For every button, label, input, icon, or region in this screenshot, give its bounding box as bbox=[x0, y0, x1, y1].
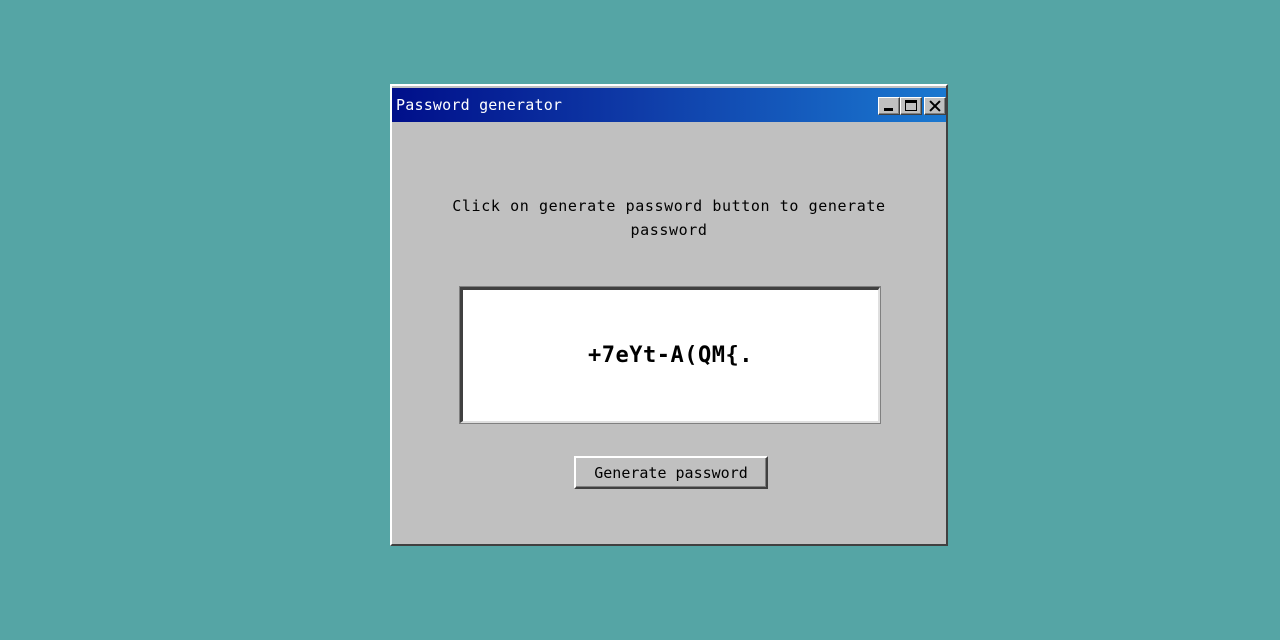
close-icon bbox=[928, 99, 942, 113]
minimize-button[interactable] bbox=[878, 97, 900, 115]
generated-password: +7eYt-A(QM{. bbox=[588, 343, 753, 368]
close-button[interactable] bbox=[924, 97, 946, 115]
minimize-icon bbox=[884, 108, 893, 111]
instructions-text: Click on generate password button to gen… bbox=[452, 197, 886, 239]
generate-password-button[interactable]: Generate password bbox=[574, 456, 768, 489]
password-display: +7eYt-A(QM{. bbox=[459, 286, 881, 424]
maximize-button[interactable] bbox=[900, 97, 922, 115]
title-bar[interactable]: Password generator bbox=[392, 88, 946, 122]
window-title: Password generator bbox=[396, 96, 563, 114]
password-generator-window: Password generator Click on generate pas… bbox=[390, 84, 948, 546]
maximize-icon bbox=[905, 100, 917, 111]
